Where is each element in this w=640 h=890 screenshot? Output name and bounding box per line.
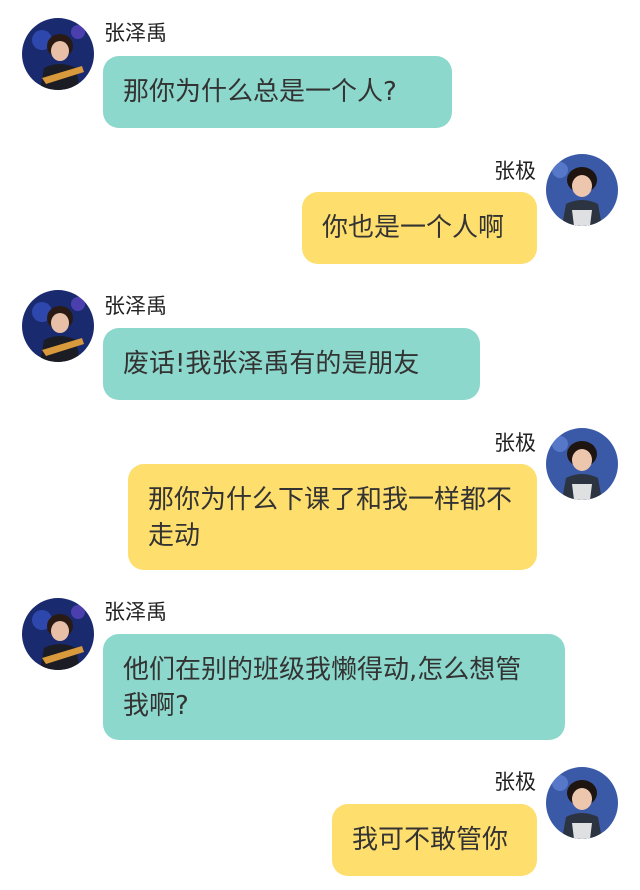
sender-name: 张泽禹: [104, 294, 167, 318]
sender-name: 张泽禹: [104, 600, 167, 624]
avatar-zhangji-icon[interactable]: [546, 154, 618, 226]
message-bubble[interactable]: 你也是一个人啊: [302, 192, 537, 264]
message-bubble[interactable]: 我可不敢管你: [332, 804, 537, 876]
message-bubble[interactable]: 那你为什么下课了和我一样都不走动: [128, 464, 537, 570]
sender-name: 张极: [494, 159, 536, 183]
message-bubble[interactable]: 那你为什么总是一个人?: [103, 56, 452, 128]
sender-name: 张泽禹: [104, 21, 167, 45]
avatar-zhangzeyu-icon[interactable]: [22, 290, 94, 362]
avatar-zhangji-icon[interactable]: [546, 428, 618, 500]
avatar-zhangzeyu-icon[interactable]: [22, 18, 94, 90]
avatar-zhangzeyu-icon[interactable]: [22, 598, 94, 670]
message-bubble[interactable]: 他们在别的班级我懒得动,怎么想管我啊?: [103, 634, 565, 740]
avatar-zhangji-icon[interactable]: [546, 767, 618, 839]
sender-name: 张极: [494, 770, 536, 794]
sender-name: 张极: [494, 431, 536, 455]
message-bubble[interactable]: 废话!我张泽禹有的是朋友: [103, 328, 480, 400]
